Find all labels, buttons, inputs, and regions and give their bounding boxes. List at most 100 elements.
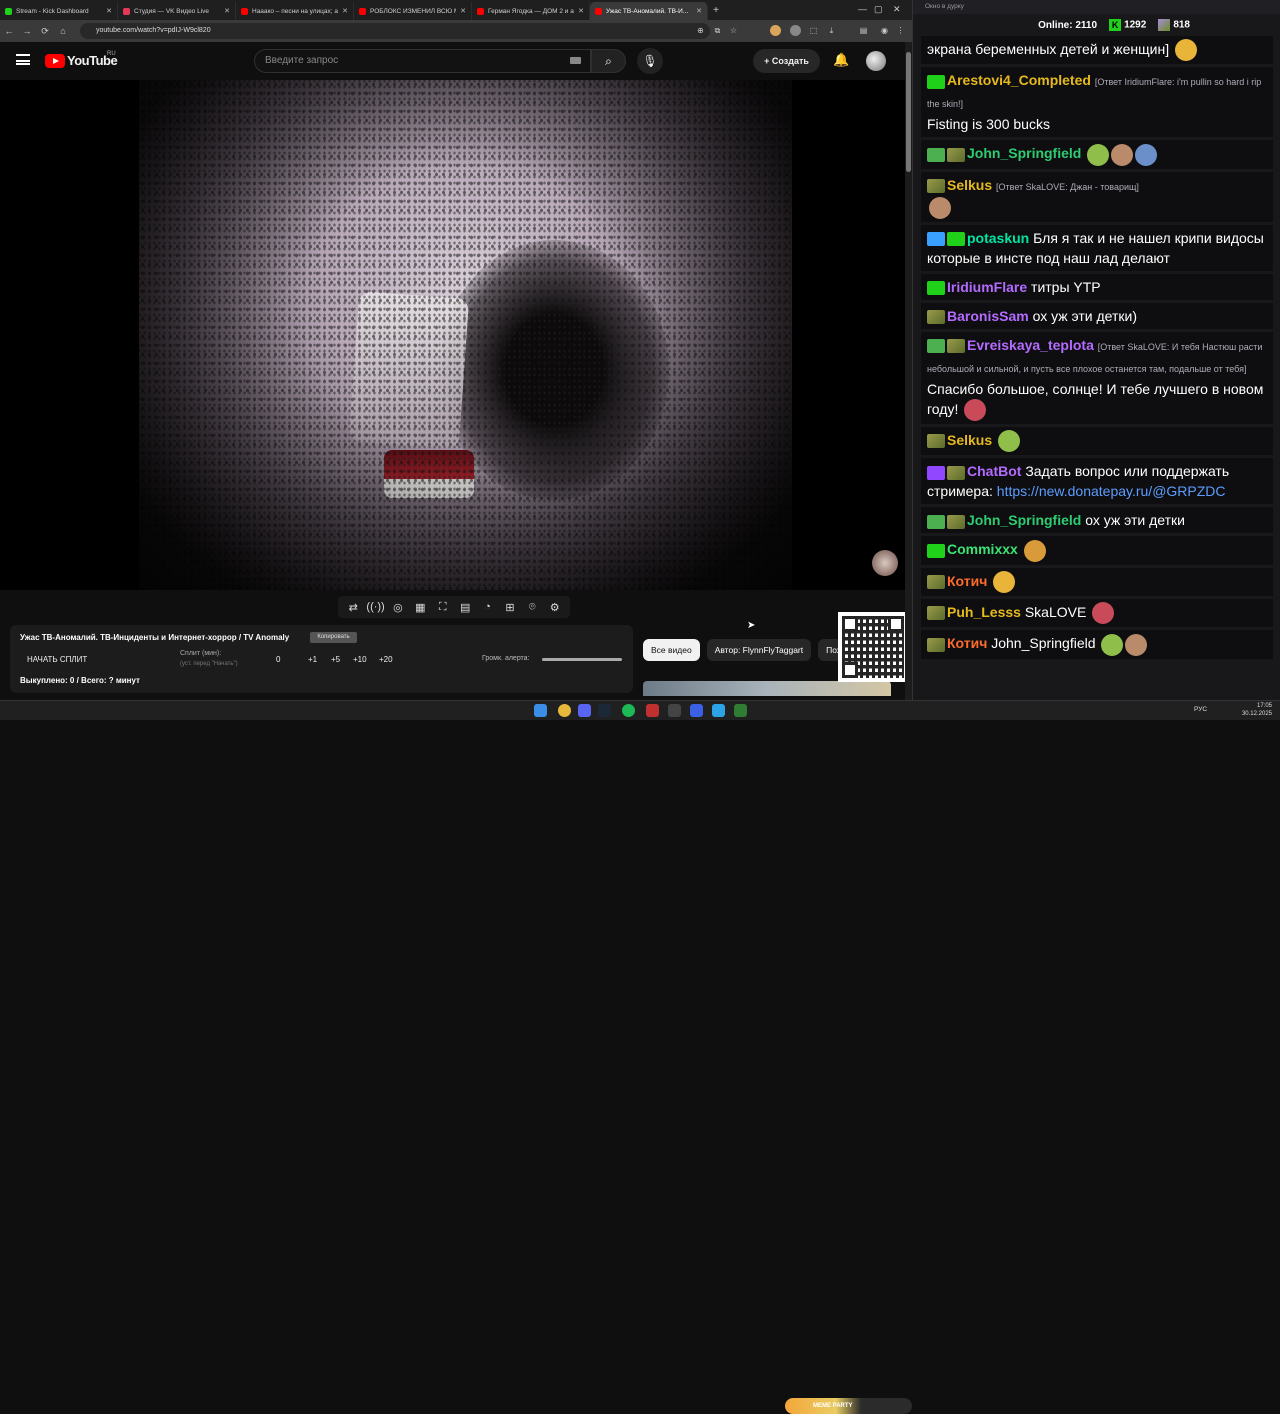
chat-username[interactable]: Котич: [947, 635, 987, 651]
extension-icon[interactable]: [770, 25, 781, 36]
search-input[interactable]: Введите запрос: [254, 49, 591, 73]
tab[interactable]: Герман Ягодка — ДОМ 2 и ани ✕: [472, 2, 590, 20]
start-split-button[interactable]: НАЧАТЬ СПЛИТ: [27, 655, 87, 664]
emote-icon: [929, 196, 951, 219]
chat-username[interactable]: IridiumFlare: [947, 279, 1027, 295]
tab[interactable]: Ужас ТВ-Аномалий. ТВ-И... ✕: [590, 2, 708, 20]
app-icon[interactable]: [646, 704, 659, 717]
extensions-icon[interactable]: ⬚: [808, 25, 819, 36]
close-tab-icon[interactable]: ✕: [224, 7, 230, 15]
clapper-icon[interactable]: ▦: [410, 601, 430, 614]
youtube-logo[interactable]: YouTube RU: [45, 51, 118, 68]
forward-icon[interactable]: →: [18, 26, 36, 36]
chat-username[interactable]: Selkus: [947, 177, 992, 193]
telegram-icon[interactable]: [712, 704, 725, 717]
increment-button[interactable]: +10: [353, 655, 367, 664]
keyboard-icon[interactable]: [570, 57, 581, 64]
loop-icon[interactable]: ⇄: [343, 601, 363, 614]
chat-username[interactable]: Котич: [947, 573, 987, 589]
minimize-icon[interactable]: —: [858, 4, 867, 14]
chat-username[interactable]: Selkus: [947, 432, 992, 448]
search-button[interactable]: ⌕: [591, 49, 626, 73]
install-icon[interactable]: ⧉: [712, 25, 723, 36]
scrollbar[interactable]: [905, 42, 912, 700]
close-tab-icon[interactable]: ✕: [696, 7, 702, 15]
chat-username[interactable]: John_Springfield: [967, 145, 1081, 161]
live-icon[interactable]: ◎: [388, 601, 408, 614]
resize-icon[interactable]: ⛶: [433, 601, 453, 614]
channel-avatar[interactable]: [872, 550, 898, 576]
close-tab-icon[interactable]: ✕: [578, 7, 584, 15]
copy-button[interactable]: Копировать: [310, 632, 357, 643]
create-button[interactable]: + Создать: [753, 49, 820, 73]
filter-chip[interactable]: Автор: FlynnFlyTaggart: [706, 639, 812, 661]
back-icon[interactable]: ←: [0, 26, 18, 36]
home-icon[interactable]: ⌂: [54, 26, 72, 36]
subtitles-icon[interactable]: ▤: [455, 601, 475, 614]
tab[interactable]: Stream - Kick Dashboard ✕: [0, 2, 118, 20]
increment-button[interactable]: +20: [379, 655, 393, 664]
add-icon[interactable]: ⊞: [500, 601, 520, 614]
close-tab-icon[interactable]: ✕: [460, 7, 466, 15]
emote-icon: [1087, 143, 1110, 166]
screenshot-icon[interactable]: ⌾: [522, 601, 542, 614]
new-tab-icon[interactable]: +: [708, 2, 724, 20]
avatar[interactable]: [866, 51, 886, 71]
bookmark-icon[interactable]: ☆: [728, 25, 739, 36]
clock[interactable]: 17:05 30.12.2025: [1242, 702, 1272, 718]
filter-chip[interactable]: Все видео: [643, 639, 700, 661]
chat-username[interactable]: BaronisSam: [947, 308, 1029, 324]
chat-username[interactable]: potaskun: [967, 230, 1029, 246]
spotify-icon[interactable]: [622, 704, 635, 717]
close-tab-icon[interactable]: ✕: [106, 7, 112, 15]
steam-icon[interactable]: [598, 704, 611, 717]
windows-start-icon[interactable]: [534, 704, 547, 717]
chat-username[interactable]: ChatBot: [967, 463, 1021, 479]
discord-icon[interactable]: [578, 704, 591, 717]
increment-button[interactable]: +5: [331, 655, 340, 664]
chat-username[interactable]: Evreiskaya_teplota: [967, 337, 1094, 353]
sidebar-icon[interactable]: ▤: [858, 25, 869, 36]
zoom-icon[interactable]: ⊕: [695, 25, 706, 36]
app-icon[interactable]: [668, 704, 681, 717]
alert-volume-slider[interactable]: [542, 658, 622, 661]
badge-icon: [927, 310, 945, 325]
video-thumbnail[interactable]: [643, 681, 891, 696]
menu-icon[interactable]: ⋮: [895, 25, 906, 36]
maximize-icon[interactable]: ▢: [874, 4, 883, 15]
settings-icon[interactable]: ⚙: [545, 601, 565, 614]
url-field[interactable]: youtube.com/watch?v=pdIJ-W9cl820: [80, 23, 710, 39]
tab[interactable]: РОБЛОКС ИЗМЕНИЛ ВСЮ МОЮ ✕: [354, 2, 472, 20]
bell-icon[interactable]: 🔔: [833, 52, 849, 68]
chrome-icon[interactable]: [558, 704, 571, 717]
meme-party-widget[interactable]: MEME PARTY: [785, 1398, 912, 1414]
close-window-icon[interactable]: ✕: [893, 4, 901, 15]
voice-search-button[interactable]: 🎙: [637, 48, 663, 74]
chat-username[interactable]: John_Springfield: [967, 512, 1081, 528]
emote-icon: [1023, 539, 1046, 562]
tab[interactable]: Нааакo – песни на улицах; арс ✕: [236, 2, 354, 20]
video-frame[interactable]: [139, 80, 792, 590]
chat-username[interactable]: Arestovi4_Completed: [947, 72, 1091, 88]
emote-icon: [998, 430, 1021, 453]
broadcast-icon[interactable]: ((·)): [366, 601, 386, 613]
tab[interactable]: Студия — VK Видео Live ✕: [118, 2, 236, 20]
reload-icon[interactable]: ⟳: [36, 26, 54, 37]
download-icon[interactable]: ⤓: [826, 25, 837, 36]
tab-title: Герман Ягодка — ДОМ 2 и ани: [488, 7, 575, 15]
language-indicator[interactable]: РУС: [1194, 706, 1207, 713]
speed-icon[interactable]: ◔: [478, 601, 498, 613]
badge-icon: [927, 514, 945, 529]
profile-icon[interactable]: ◉: [879, 25, 890, 36]
app-icon[interactable]: [734, 704, 747, 717]
chat-username[interactable]: Puh_Lesss: [947, 604, 1021, 620]
video-player[interactable]: [0, 80, 905, 590]
extension-icon[interactable]: [790, 25, 801, 36]
hamburger-menu-icon[interactable]: [16, 54, 30, 65]
increment-button[interactable]: +1: [308, 655, 317, 664]
app-icon[interactable]: [690, 704, 703, 717]
close-tab-icon[interactable]: ✕: [342, 7, 348, 15]
chat-link[interactable]: https://new.donatepay.ru/@GRPZDC: [997, 483, 1226, 499]
youtube-play-icon: [45, 53, 65, 68]
chat-username[interactable]: Commixxx: [947, 541, 1018, 557]
